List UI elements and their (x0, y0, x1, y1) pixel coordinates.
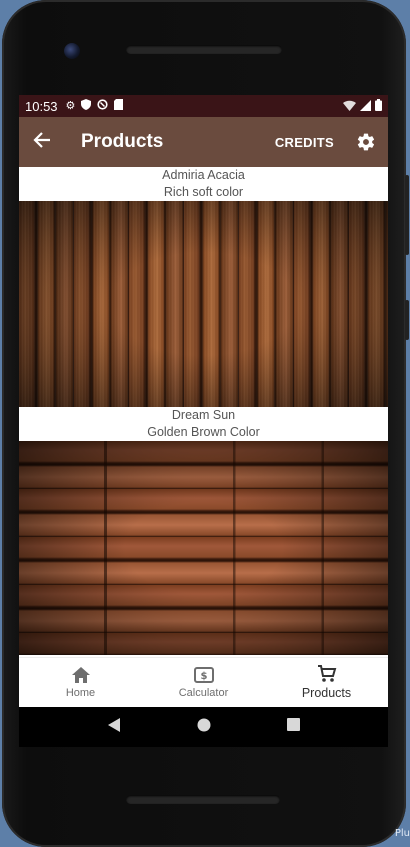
battery-icon (375, 98, 382, 114)
power-button (405, 300, 409, 340)
back-triangle-icon[interactable] (107, 717, 121, 738)
system-nav-bar (19, 707, 388, 747)
bottom-speaker (126, 795, 280, 804)
credits-button[interactable]: CREDITS (275, 135, 334, 150)
nav-item-calculator[interactable]: $ Calculator (142, 658, 265, 707)
nav-item-home[interactable]: Home (19, 658, 142, 707)
shield-icon (81, 99, 92, 113)
settings-status-icon: ⚙ (65, 99, 76, 112)
status-bar: 10:53 ⚙ (19, 95, 388, 117)
product-image[interactable] (19, 201, 388, 407)
status-time: 10:53 (25, 98, 58, 114)
recents-square-icon[interactable] (287, 718, 300, 736)
product-image[interactable] (19, 441, 388, 655)
gear-icon[interactable] (356, 132, 376, 152)
nav-item-products[interactable]: Products (265, 658, 388, 707)
nav-label-home: Home (65, 687, 96, 699)
product-card[interactable]: Admiria Acacia Rich soft color (19, 167, 388, 407)
cart-icon (317, 665, 336, 682)
arrow-back-icon[interactable] (33, 129, 61, 155)
data-saver-icon (97, 99, 109, 113)
app-bar: Products CREDITS (19, 117, 388, 167)
nav-label-calculator: Calculator (178, 687, 229, 699)
device-screen: 10:53 ⚙ Products CREDITS Admiria Acacia … (19, 95, 388, 747)
product-description: Golden Brown Color (147, 425, 260, 439)
phone-frame: 10:53 ⚙ Products CREDITS Admiria Acacia … (2, 0, 409, 847)
page-title: Products (81, 131, 164, 152)
sd-card-icon (114, 99, 124, 113)
volume-button (405, 175, 409, 255)
signal-icon (360, 99, 371, 114)
product-card[interactable]: Dream Sun Golden Brown Color (19, 407, 388, 655)
wifi-icon (343, 99, 356, 114)
nav-label-products: Products (301, 686, 352, 700)
svg-text:$: $ (200, 671, 207, 682)
bottom-navigation: Home $ Calculator Products (19, 657, 388, 707)
products-list: Admiria Acacia Rich soft color Dream Sun… (19, 167, 388, 657)
top-speaker (126, 45, 282, 54)
product-description: Rich soft color (163, 185, 244, 199)
calculator-icon: $ (193, 667, 214, 683)
home-circle-icon[interactable] (197, 718, 211, 737)
front-camera (64, 43, 80, 59)
home-icon (71, 667, 90, 683)
background-corner-text: Plu (394, 828, 410, 839)
product-name: Dream Sun (171, 408, 236, 422)
product-name: Admiria Acacia (162, 168, 245, 182)
